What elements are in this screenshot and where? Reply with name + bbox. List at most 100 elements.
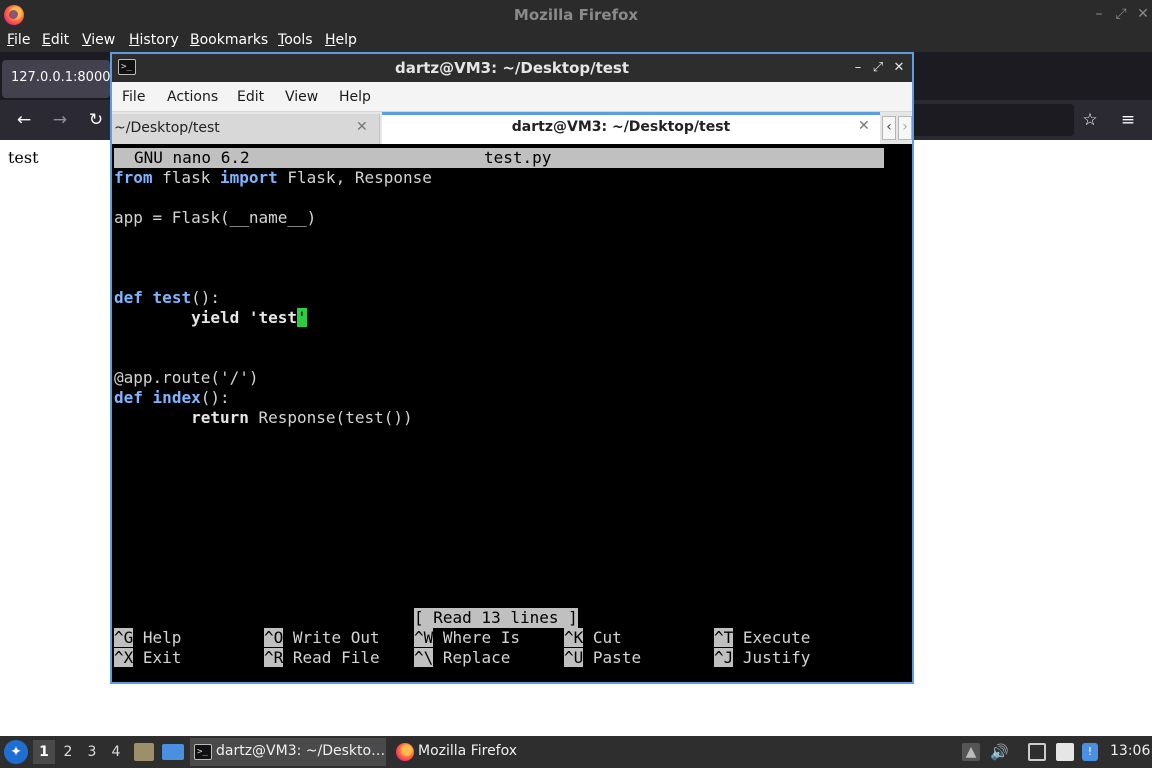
task-firefox[interactable]: Mozilla Firefox [392, 738, 532, 766]
menu-file[interactable]: File [7, 32, 30, 48]
terminal-body[interactable]: GNU nano 6.2 test.py from flask import F… [112, 144, 912, 682]
code-text: flask [152, 168, 220, 187]
terminal-tab[interactable]: ~/Desktop/test ✕ [112, 114, 380, 144]
clipboard-icon[interactable] [1056, 743, 1074, 761]
file-manager-icon[interactable] [134, 743, 154, 761]
shortcut-key: ^J [714, 648, 734, 667]
function-name: test [152, 288, 192, 307]
shortcut-label: Read File [292, 648, 380, 667]
start-menu-icon[interactable]: ✦ [4, 740, 28, 764]
shortcut-read-file[interactable]: ^R Read File [264, 648, 380, 668]
shortcut-write-out[interactable]: ^O Write Out [264, 628, 380, 648]
firefox-titlebar: Mozilla Firefox – ⤢ ✕ [0, 0, 1152, 30]
menu-bookmarks[interactable]: Bookmarks [190, 32, 268, 48]
maximize-icon[interactable]: ⤢ [870, 59, 886, 77]
terminal-titlebar: >_ dartz@VM3: ~/Desktop/test – ⤢ ✕ [112, 54, 912, 82]
firefox-menubar: File Edit View History Bookmarks Tools H… [0, 30, 1152, 52]
back-icon[interactable]: ← [12, 108, 36, 132]
shortcut-cut[interactable]: ^K Cut [564, 628, 622, 648]
keyword: import [219, 168, 278, 187]
code-line-7: yield 'test' [114, 308, 307, 328]
code-text: (): [200, 388, 230, 407]
clock[interactable]: 13:06 [1110, 743, 1150, 759]
menu-view[interactable]: View [82, 32, 115, 48]
close-tab-icon[interactable]: ✕ [356, 119, 368, 135]
terminal-menu-actions[interactable]: Actions [167, 89, 218, 105]
shortcut-label: Replace [442, 648, 511, 667]
terminal-menubar: File Actions Edit View Help [112, 82, 912, 112]
url-bar[interactable] [900, 104, 1074, 136]
shortcut-where-is[interactable]: ^W Where Is [414, 628, 520, 648]
terminal-window-title: dartz@VM3: ~/Desktop/test [394, 59, 630, 77]
taskbar: ✦ 1 2 3 4 >_ dartz@VM3: ~/Deskto… Mozill… [0, 736, 1152, 768]
terminal-icon: >_ [194, 744, 212, 760]
shortcut-paste[interactable]: ^U Paste [564, 648, 641, 668]
browser-tab[interactable]: 127.0.0.1:8000 [2, 60, 110, 98]
minimize-icon[interactable]: – [1090, 5, 1108, 23]
shortcut-label: Write Out [292, 628, 380, 647]
terminal-tab-active[interactable]: dartz@VM3: ~/Desktop/test ✕ [382, 112, 880, 144]
shortcut-help[interactable]: ^G Help [114, 628, 181, 648]
terminal-menu-edit[interactable]: Edit [237, 89, 264, 105]
minimize-icon[interactable]: – [850, 59, 866, 77]
shortcut-label: Justify [742, 648, 811, 667]
function-name: index [152, 388, 201, 407]
workspace-3[interactable]: 3 [81, 740, 103, 764]
shortcut-label: Help [142, 628, 182, 647]
close-icon[interactable]: ✕ [1134, 5, 1152, 23]
nano-filename: test.py [484, 148, 552, 167]
tab-scroll-right-icon[interactable]: › [898, 116, 912, 140]
shortcut-label: Execute [742, 628, 811, 647]
bookmark-star-icon[interactable]: ☆ [1078, 108, 1102, 132]
workspace-4[interactable]: 4 [105, 740, 127, 764]
terminal-menu-view[interactable]: View [285, 89, 318, 105]
terminal-tab-label: ~/Desktop/test [114, 120, 220, 136]
workspace-1[interactable]: 1 [33, 740, 55, 764]
nano-version: GNU nano 6.2 [134, 148, 250, 167]
menu-tools[interactable]: Tools [278, 32, 313, 48]
task-label: dartz@VM3: ~/Deskto… [216, 743, 386, 759]
keyword: yield [191, 308, 240, 327]
shortcut-key: ^\ [414, 648, 434, 667]
task-terminal[interactable]: >_ dartz@VM3: ~/Deskto… [190, 738, 386, 766]
reload-icon[interactable]: ↻ [84, 108, 108, 132]
page-text: test [8, 148, 39, 167]
show-desktop-icon[interactable] [162, 744, 184, 760]
menu-history[interactable]: History [129, 32, 179, 48]
firefox-icon [396, 743, 414, 761]
hamburger-menu-icon[interactable]: ≡ [1116, 108, 1140, 132]
code-text: (): [191, 288, 220, 307]
keyword: from [114, 168, 153, 187]
close-icon[interactable]: ✕ [891, 59, 907, 77]
shortcut-exit[interactable]: ^X Exit [114, 648, 181, 668]
menu-edit[interactable]: Edit [42, 32, 69, 48]
tab-scroll-left-icon[interactable]: ‹ [882, 116, 896, 140]
shortcut-execute[interactable]: ^T Execute [714, 628, 810, 648]
close-tab-icon[interactable]: ✕ [858, 118, 870, 134]
maximize-icon[interactable]: ⤢ [1112, 5, 1130, 23]
shortcut-replace[interactable]: ^\ Replace [414, 648, 510, 668]
code-line-6: def test(): [114, 288, 220, 308]
shortcut-label: Paste [592, 648, 642, 667]
code-line-3: app = Flask(__name__) [114, 208, 317, 227]
code-line-11: def index(): [114, 388, 230, 408]
code-text: Flask, Response [277, 168, 432, 187]
shortcut-key: ^T [714, 628, 734, 647]
eject-icon[interactable]: ▲ [962, 743, 980, 761]
terminal-menu-file[interactable]: File [122, 89, 145, 105]
keyword: return [191, 408, 249, 427]
keyword: def [114, 388, 143, 407]
nano-status-message: [ Read 13 lines ] [414, 608, 578, 628]
keyword: def [114, 288, 143, 307]
code-text: Response(test()) [248, 408, 413, 427]
terminal-menu-help[interactable]: Help [339, 89, 371, 105]
notification-icon[interactable]: ! [1082, 743, 1098, 761]
shortcut-justify[interactable]: ^J Justify [714, 648, 810, 668]
forward-icon[interactable]: → [48, 108, 72, 132]
code-line-12: return Response(test()) [114, 408, 413, 428]
menu-help[interactable]: Help [325, 32, 357, 48]
volume-icon[interactable]: 🔊 [990, 743, 1009, 761]
workspace-2[interactable]: 2 [57, 740, 79, 764]
display-icon[interactable] [1028, 743, 1046, 761]
